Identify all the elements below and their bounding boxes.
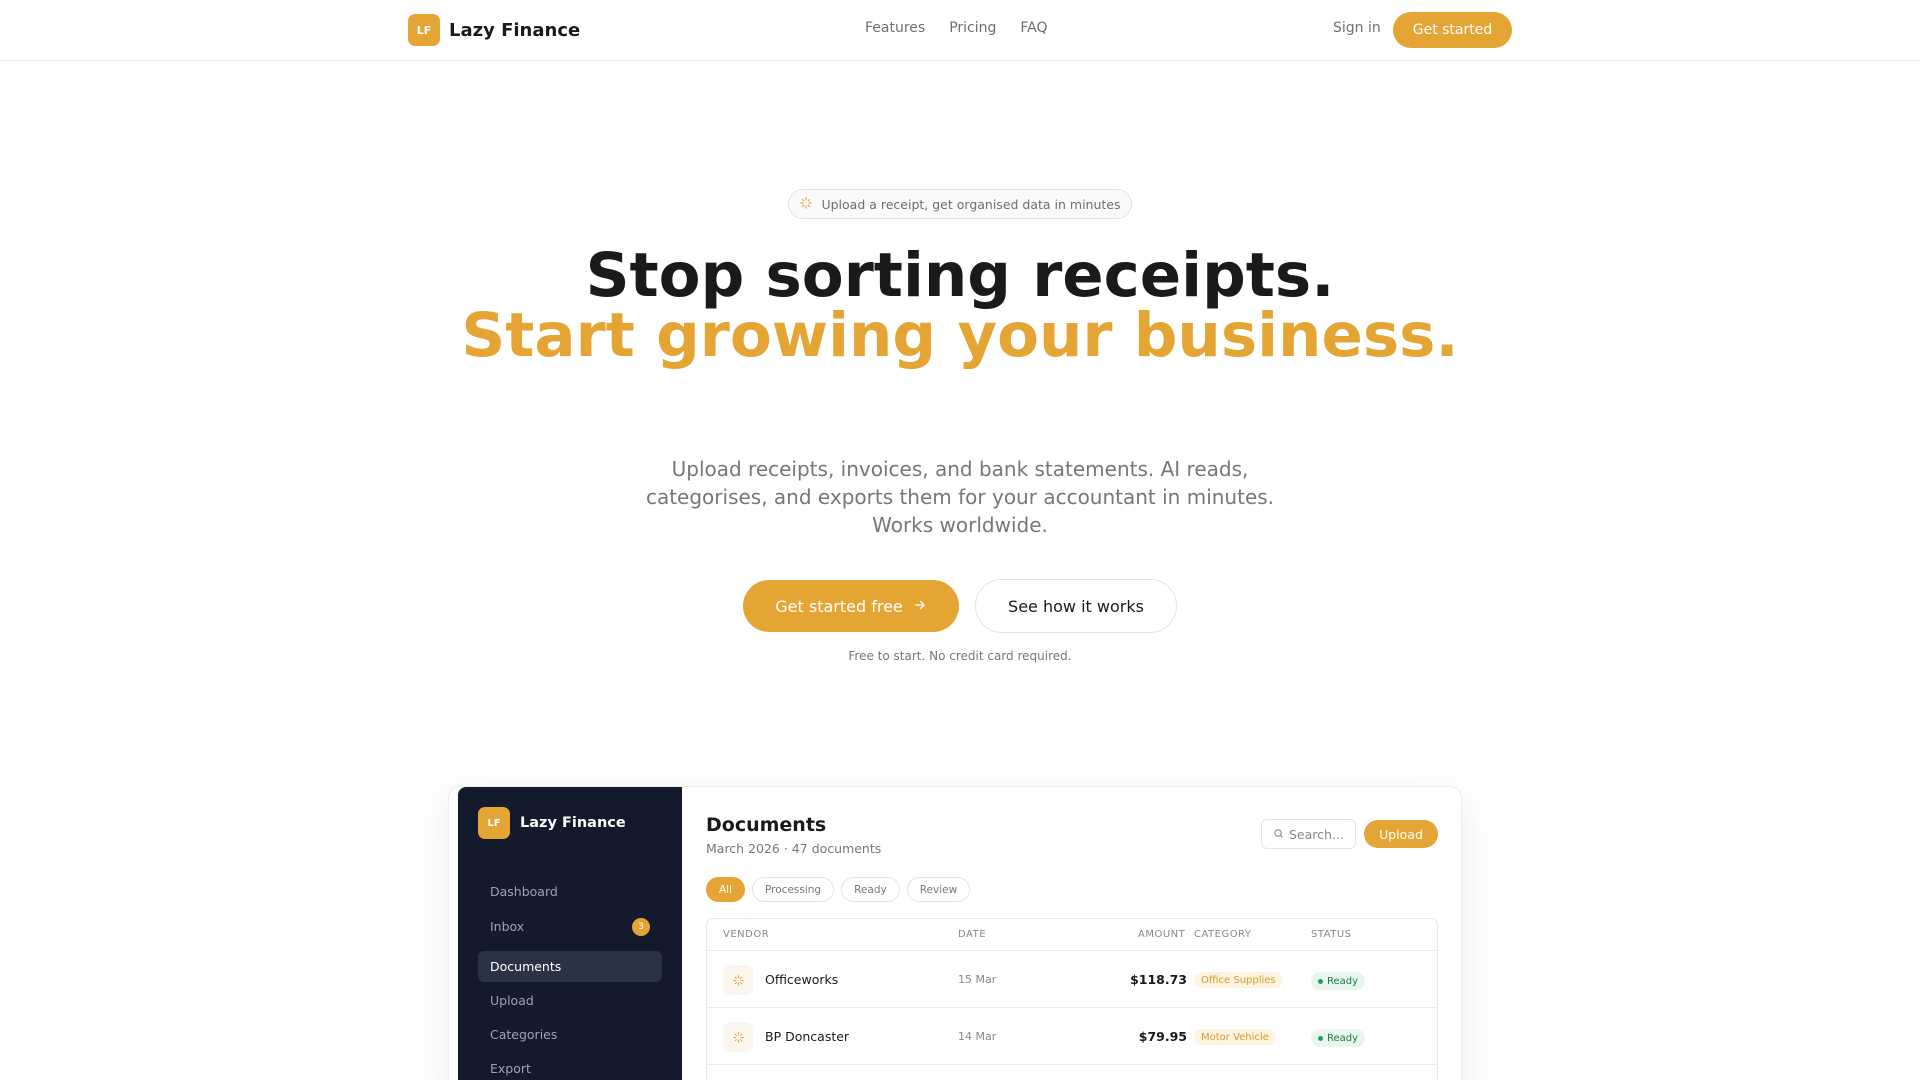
search-input[interactable]: Search...: [1261, 819, 1356, 849]
brand[interactable]: LF Lazy Finance: [408, 14, 580, 46]
category-badge: Motor Vehicle: [1194, 1029, 1276, 1045]
sidebar-item-inbox[interactable]: Inbox 3: [478, 911, 662, 942]
hero-pill-text: Upload a receipt, get organised data in …: [821, 196, 1121, 212]
hero-subtitle: Upload receipts, invoices, and bank stat…: [645, 457, 1275, 537]
filter-processing[interactable]: Processing: [752, 877, 835, 902]
get-started-free-label: Get started free: [775, 596, 903, 616]
sidebar-item-documents[interactable]: Documents: [478, 951, 662, 982]
app-main: Documents March 2026 · 47 documents Sear…: [682, 787, 1462, 1080]
sidebar-item-dashboard[interactable]: Dashboard: [478, 876, 662, 907]
table-row[interactable]: Officeworks 15 Mar $118.73 Office Suppli…: [707, 951, 1437, 1008]
app-brand: LF Lazy Finance: [478, 807, 626, 839]
column-vendor[interactable]: VENDOR: [723, 929, 769, 940]
status-badge: Ready: [1311, 972, 1366, 990]
filter-ready[interactable]: Ready: [841, 877, 900, 902]
app-logo: LF: [478, 807, 510, 839]
sidebar-item-label: Upload: [490, 993, 534, 1008]
status-dot-icon: [1318, 978, 1323, 984]
row-amount: $118.73: [1130, 972, 1187, 987]
app-sidebar: LF Lazy Finance Dashboard Inbox 3 Docume…: [458, 787, 682, 1080]
app-name: Lazy Finance: [520, 815, 626, 831]
row-vendor: Officeworks: [765, 972, 839, 987]
status-badge: Ready: [1311, 1029, 1366, 1047]
nav-links: Features Pricing FAQ: [865, 20, 1048, 36]
search-icon: [1273, 827, 1284, 842]
filter-review[interactable]: Review: [906, 877, 971, 902]
status-label: Ready: [1327, 1032, 1359, 1044]
status-dot-icon: [1318, 1035, 1323, 1041]
brand-logo: LF: [408, 14, 440, 46]
see-how-it-works-button[interactable]: See how it works: [975, 579, 1177, 633]
nav-link-faq[interactable]: FAQ: [1020, 20, 1047, 36]
column-amount[interactable]: AMOUNT: [1138, 929, 1185, 940]
row-date: 14 Mar: [958, 1030, 997, 1043]
hero-fineprint: Free to start. No credit card required.: [848, 649, 1072, 663]
inbox-count-badge: 3: [632, 918, 650, 936]
sidebar-item-label: Dashboard: [490, 884, 558, 899]
top-nav: LF Lazy Finance Features Pricing FAQ Sig…: [0, 0, 1920, 61]
arrow-right-icon: [913, 597, 927, 616]
nav-link-pricing[interactable]: Pricing: [949, 20, 996, 36]
search-placeholder: Search...: [1289, 826, 1344, 842]
get-started-free-button[interactable]: Get started free: [743, 580, 959, 632]
hero-title: Stop sorting receipts. Start growing you…: [460, 245, 1460, 371]
sidebar-item-label: Documents: [490, 959, 562, 974]
status-label: Ready: [1327, 975, 1359, 987]
filter-chips: All Processing Ready Review: [706, 877, 971, 902]
category-badge: Office Supplies: [1194, 972, 1283, 988]
sidebar-item-label: Export: [490, 1061, 531, 1076]
column-category[interactable]: CATEGORY: [1194, 929, 1252, 940]
row-date: 15 Mar: [958, 973, 997, 986]
sparkle-icon: [723, 965, 753, 995]
column-date[interactable]: DATE: [958, 929, 986, 940]
hero-pill: Upload a receipt, get organised data in …: [788, 189, 1132, 219]
sidebar-item-label: Categories: [490, 1027, 558, 1042]
get-started-button[interactable]: Get started: [1393, 12, 1512, 48]
upload-button[interactable]: Upload: [1364, 820, 1438, 848]
sign-in-link[interactable]: Sign in: [1333, 20, 1381, 36]
sparkle-icon: [723, 1022, 753, 1052]
nav-link-features[interactable]: Features: [865, 20, 925, 36]
sidebar-item-categories[interactable]: Categories: [478, 1019, 662, 1050]
table-header: VENDOR DATE AMOUNT CATEGORY STATUS: [707, 919, 1437, 951]
row-amount: $79.95: [1138, 1029, 1187, 1044]
sidebar-item-upload[interactable]: Upload: [478, 985, 662, 1016]
brand-name: Lazy Finance: [449, 19, 581, 41]
row-vendor: BP Doncaster: [765, 1029, 850, 1044]
sparkle-icon: [799, 196, 813, 213]
documents-table: VENDOR DATE AMOUNT CATEGORY STATUS Offic…: [706, 918, 1438, 1080]
filter-all[interactable]: All: [706, 877, 746, 902]
sidebar-item-export[interactable]: Export: [478, 1053, 662, 1080]
page-title: Documents: [706, 814, 827, 836]
hero-title-accent: Start growing your business.: [461, 300, 1459, 371]
table-row[interactable]: BP Doncaster 14 Mar $79.95 Motor Vehicle…: [707, 1008, 1437, 1065]
page-subtitle: March 2026 · 47 documents: [706, 841, 882, 856]
sidebar-item-label: Inbox: [490, 919, 525, 934]
column-status[interactable]: STATUS: [1311, 929, 1352, 940]
